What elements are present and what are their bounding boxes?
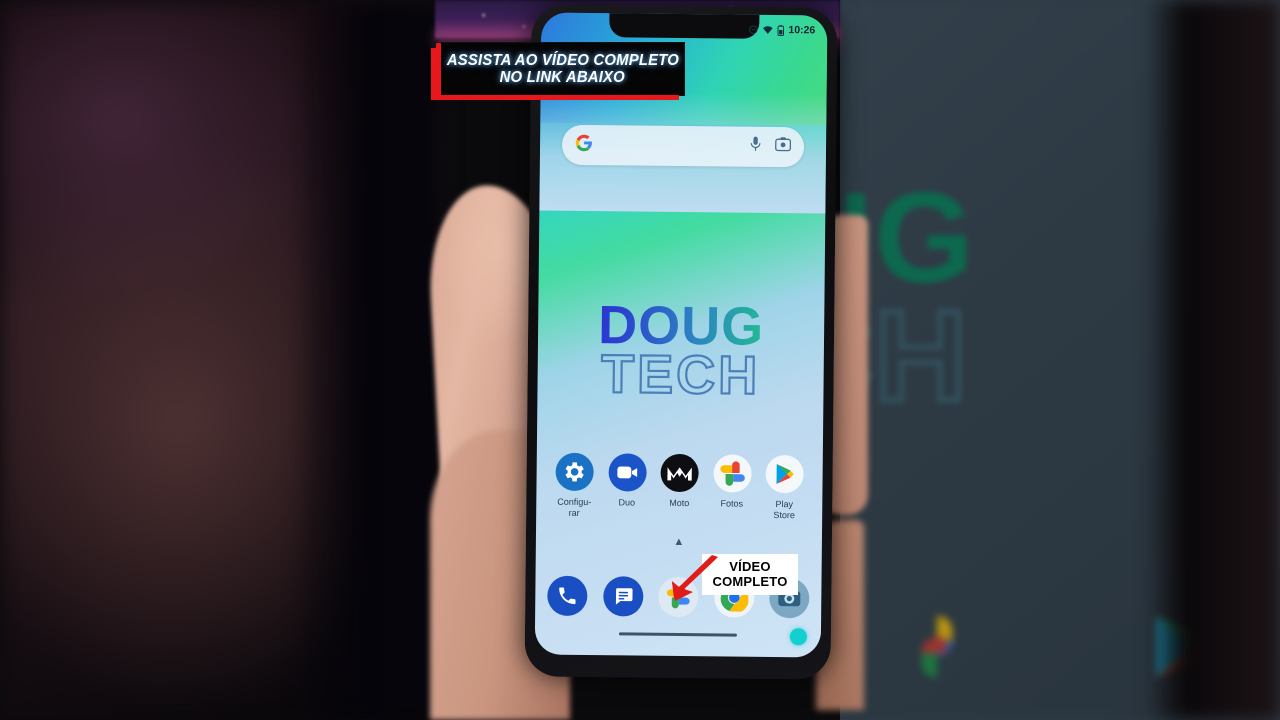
wallpaper-logo: DOUG TECH — [537, 295, 824, 407]
backdrop-left-shadow — [300, 0, 445, 720]
messages-icon[interactable] — [602, 576, 644, 617]
microphone-icon[interactable] — [749, 136, 762, 158]
app-label: Play Store — [773, 498, 795, 520]
motorola-icon — [660, 453, 699, 493]
promo-banner: ASSISTA AO VÍDEO COMPLETO NO LINK ABAIXO — [436, 43, 684, 95]
app-label: Fotos — [720, 498, 744, 509]
chevron-up-icon[interactable]: ▲ — [536, 534, 822, 549]
settings-gear-icon — [555, 452, 594, 492]
google-photos-icon — [921, 616, 953, 678]
app-label: Moto — [669, 497, 690, 509]
backdrop-right-edge — [1145, 0, 1280, 720]
app-icon-fotos[interactable]: Fotos — [706, 454, 759, 520]
app-icon-moto[interactable]: Moto — [653, 453, 706, 520]
status-bar-clock: 10:26 — [788, 24, 816, 37]
google-g-icon — [575, 133, 593, 156]
app-icon-play-store[interactable]: Play Store — [758, 454, 811, 521]
arrow-down-left-icon — [672, 555, 718, 601]
search-input[interactable] — [593, 145, 749, 147]
wallpaper-logo-line1: DOUG — [538, 295, 824, 357]
backdrop-right: UG CH — [840, 0, 1280, 720]
app-label: Configu-rar — [557, 496, 592, 518]
wifi-icon — [762, 25, 773, 35]
google-search-bar[interactable] — [561, 124, 805, 168]
wallpaper-logo-line2: TECH — [600, 343, 762, 407]
promo-banner-line1: ASSISTA AO VÍDEO COMPLETO — [446, 51, 679, 69]
app-icon-configurar[interactable]: Configu-rar — [548, 452, 601, 519]
callout-line2: COMPLETO — [712, 573, 788, 589]
screen-recording-dot — [789, 628, 808, 646]
phone-notch — [609, 12, 760, 39]
google-play-store-icon — [765, 454, 804, 494]
app-label: Duo — [618, 497, 636, 508]
promo-banner-line2: NO LINK ABAIXO — [499, 69, 626, 86]
status-bar: 10:26 — [748, 24, 816, 37]
battery-icon — [777, 24, 785, 36]
callout-line1: VÍDEO — [729, 559, 771, 575]
video-frame: UG CH — [0, 0, 1280, 720]
app-icon-duo[interactable]: Duo — [601, 453, 654, 519]
google-duo-icon — [607, 453, 647, 492]
google-lens-icon[interactable] — [775, 137, 792, 157]
gesture-navigation-bar[interactable] — [618, 632, 737, 637]
do-not-disturb-icon — [748, 25, 758, 35]
home-screen-app-row: Configu-rar Duo Moto Fotos Play Store — [548, 452, 811, 521]
google-photos-icon — [712, 454, 752, 493]
phone-dialer-icon[interactable] — [547, 575, 588, 617]
